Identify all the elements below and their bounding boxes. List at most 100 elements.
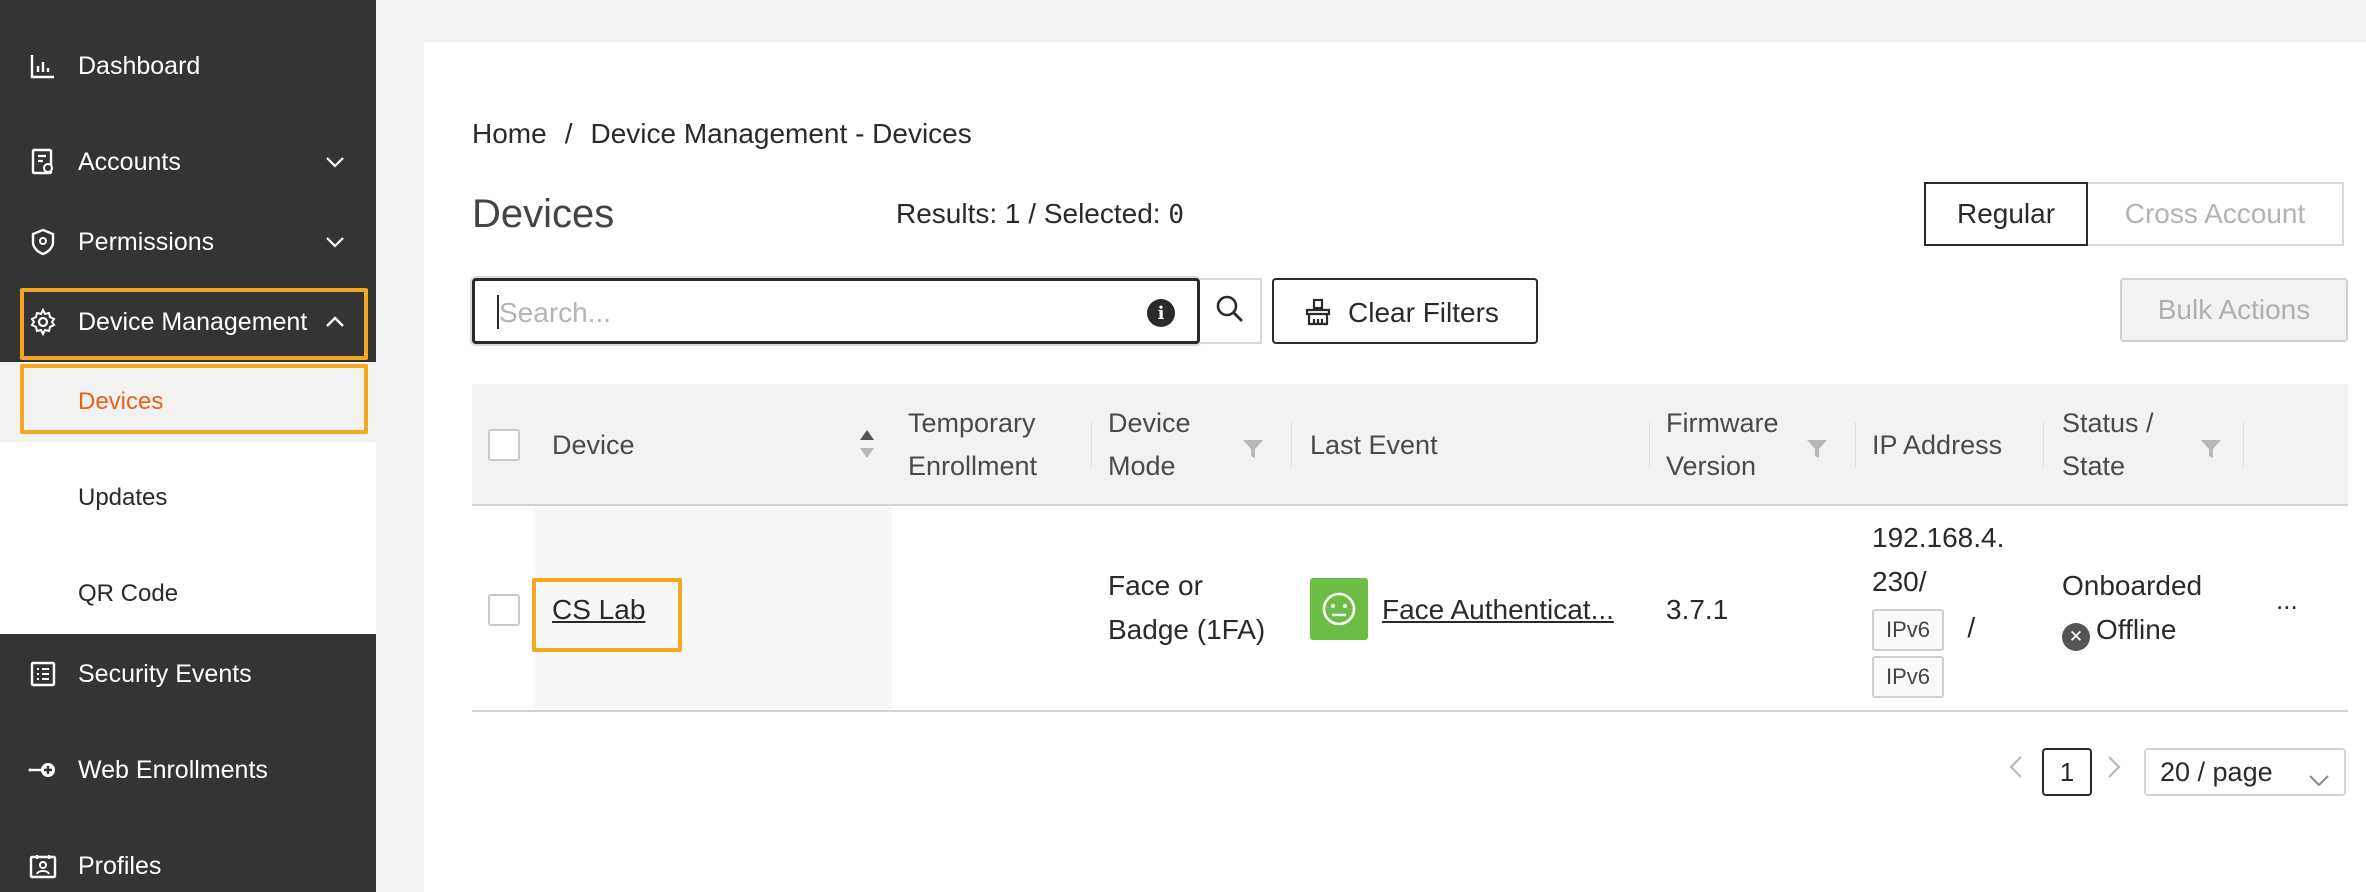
column-header-device-mode: Device Mode: [1092, 384, 1292, 506]
chevron-down-icon: [2308, 764, 2330, 795]
sidebar-item-device-management[interactable]: Device Management: [0, 282, 376, 362]
account-book-icon: [28, 147, 58, 177]
breadcrumb: Home / Device Management - Devices: [472, 118, 972, 150]
sidebar-subitem-label: Devices: [78, 388, 164, 415]
text-cursor: [497, 295, 499, 329]
sidebar-item-security-events[interactable]: Security Events: [0, 634, 376, 714]
last-event-link[interactable]: Face Authenticat...: [1382, 588, 1614, 632]
sidebar-item-label: Dashboard: [78, 51, 201, 80]
sidebar-subitem-updates[interactable]: Updates: [0, 458, 376, 538]
column-label: Last Event: [1310, 429, 1438, 460]
status-state-cell: Onboarded ✕ Offline: [2062, 564, 2202, 652]
sidebar-item-permissions[interactable]: Permissions: [0, 202, 376, 282]
pagination-current-page[interactable]: 1: [2042, 748, 2092, 796]
login-key-icon: [28, 755, 58, 785]
sidebar-subitem-qr-code[interactable]: QR Code: [0, 554, 376, 634]
filter-icon[interactable]: [1242, 430, 1264, 458]
column-label: Version: [1666, 451, 1757, 481]
face-event-icon: [1310, 578, 1368, 640]
sidebar-item-label: Permissions: [78, 227, 215, 256]
select-all-checkbox[interactable]: [488, 429, 520, 461]
search-icon: [1215, 294, 1245, 329]
column-header-firmware-version: Firmware Version: [1650, 384, 1856, 506]
ip-separator: /: [1967, 612, 1976, 643]
device-mode-line: Face or: [1108, 570, 1203, 601]
firmware-version: 3.7.1: [1666, 594, 1729, 625]
pagination-prev-button[interactable]: [2008, 754, 2024, 786]
search-input[interactable]: Search... i: [472, 278, 1200, 344]
ip-address-cell: 192.168.4. 230/ IPv6 / IPv6: [1872, 516, 2042, 698]
column-label: Firmware: [1666, 408, 1779, 438]
column-label: Device: [552, 429, 635, 460]
ip-line: 230/: [1872, 566, 1927, 597]
state-text: Offline: [2096, 614, 2177, 645]
sidebar-item-dashboard[interactable]: Dashboard: [0, 26, 376, 106]
pagination-next-button[interactable]: [2106, 754, 2122, 786]
column-divider: [2243, 422, 2244, 468]
chevron-down-icon[interactable]: [322, 149, 348, 175]
sidebar-item-web-enrollments[interactable]: Web Enrollments: [0, 730, 376, 810]
results-label: Results: 1 / Selected:: [896, 198, 1169, 229]
search-placeholder: Search...: [499, 297, 612, 328]
device-name-link[interactable]: CS Lab: [552, 588, 645, 632]
column-label: Enrollment: [908, 451, 1038, 481]
sidebar-subitem-devices[interactable]: Devices: [0, 362, 376, 442]
column-header-temporary-enrollment: Temporary Enrollment: [892, 384, 1092, 506]
sidebar-item-label: Security Events: [78, 659, 252, 688]
column-label: Device: [1108, 408, 1191, 438]
info-icon[interactable]: i: [1147, 299, 1175, 327]
filter-icon[interactable]: [2200, 430, 2222, 458]
page-size-value: 20 / page: [2160, 756, 2273, 787]
filter-icon[interactable]: [1806, 430, 1828, 458]
sidebar-subitem-label: Updates: [78, 484, 168, 511]
sidebar-item-label: Web Enrollments: [78, 755, 268, 784]
view-cross-account-button[interactable]: Cross Account: [2088, 182, 2344, 246]
ip-line: 192.168.4.: [1872, 522, 2005, 553]
results-summary: Results: 1 / Selected: 0: [896, 198, 1184, 230]
device-mode-line: Badge (1FA): [1108, 614, 1266, 645]
chevron-up-icon[interactable]: [322, 309, 348, 335]
column-header-last-event: Last Event: [1292, 384, 1650, 506]
chevron-down-icon[interactable]: [322, 229, 348, 255]
sidebar-item-accounts[interactable]: Accounts: [0, 122, 376, 202]
sort-icon[interactable]: [858, 428, 876, 473]
column-label: IP Address: [1872, 429, 2003, 460]
view-regular-button[interactable]: Regular: [1924, 182, 2088, 246]
breadcrumb-home[interactable]: Home: [472, 118, 547, 150]
list-icon: [28, 659, 58, 689]
content-gutter: [376, 0, 424, 892]
sidebar-submenu: Devices Updates QR Code: [0, 362, 376, 634]
column-header-device[interactable]: Device: [534, 384, 892, 506]
column-header-status-state: Status / State: [2044, 384, 2244, 506]
breadcrumb-current: Device Management - Devices: [590, 118, 972, 149]
offline-x-icon: ✕: [2062, 623, 2090, 651]
page-size-select[interactable]: 20 / page: [2144, 748, 2346, 796]
sidebar-item-label: Accounts: [78, 147, 181, 176]
page-title: Devices: [472, 192, 615, 236]
column-label: Temporary: [908, 408, 1036, 438]
row-checkbox[interactable]: [488, 594, 520, 626]
gear-icon: [28, 307, 58, 337]
shield-icon: [28, 227, 58, 257]
ipv6-tag: IPv6: [1872, 656, 1945, 698]
sidebar-item-label: Profiles: [78, 851, 162, 880]
selected-count: 0: [1168, 200, 1185, 230]
status-text: Onboarded: [2062, 570, 2203, 601]
sidebar: Dashboard Accounts Permissions Device Ma…: [0, 0, 376, 892]
ipv6-tag: IPv6: [1872, 609, 1945, 651]
broom-icon: [1304, 298, 1332, 333]
clear-filters-button[interactable]: Clear Filters: [1272, 278, 1538, 344]
main-panel: Home / Device Management - Devices Devic…: [424, 42, 2366, 892]
sidebar-item-profiles[interactable]: Profiles: [0, 826, 376, 892]
column-label: Mode: [1108, 451, 1176, 481]
bulk-actions-button[interactable]: Bulk Actions: [2120, 278, 2348, 342]
bar-chart-icon: [28, 51, 58, 81]
table-header: Device Temporary Enrollment Device Mode …: [472, 384, 2348, 506]
device-mode-cell: Face or Badge (1FA): [1108, 564, 1265, 652]
table-row: CS Lab Face or Badge (1FA) Face Authenti…: [472, 506, 2348, 712]
row-actions-menu[interactable]: ...: [2276, 578, 2298, 622]
id-card-icon: [28, 851, 58, 881]
search-button[interactable]: [1200, 278, 1262, 344]
clear-filters-label: Clear Filters: [1348, 297, 1499, 328]
breadcrumb-separator: /: [564, 118, 573, 149]
